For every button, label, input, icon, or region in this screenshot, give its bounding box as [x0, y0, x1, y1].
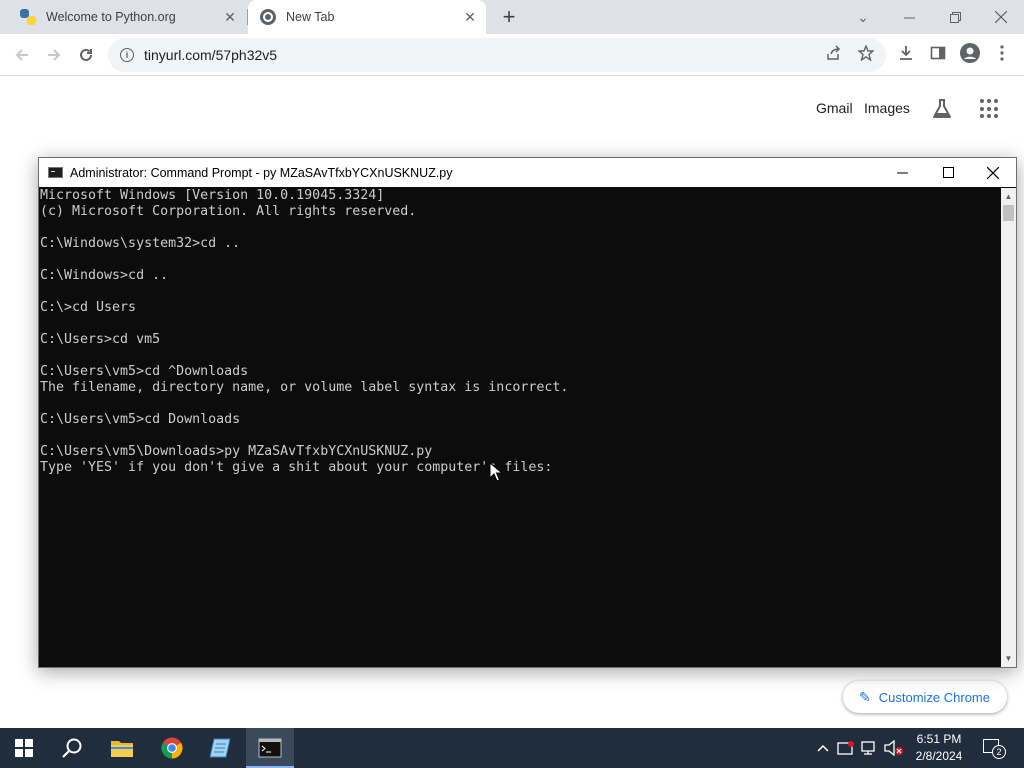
security-tray-icon[interactable]: [836, 738, 856, 758]
system-clock[interactable]: 6:51 PM 2/8/2024: [905, 731, 973, 765]
restore-button[interactable]: [932, 0, 978, 34]
console-line: C:\Users\vm5\Downloads>py MZaSAvTfxbYCXn…: [40, 444, 433, 459]
cmd-minimize-button[interactable]: [879, 158, 925, 187]
tab-python-org[interactable]: Welcome to Python.org ✕: [8, 0, 246, 34]
chevron-up-icon[interactable]: [813, 738, 833, 758]
download-icon[interactable]: [894, 41, 918, 65]
pencil-icon: ✎: [859, 688, 871, 705]
images-link[interactable]: Images: [864, 100, 910, 116]
info-icon[interactable]: i: [120, 48, 134, 62]
folder-icon: [111, 741, 133, 757]
console-line: (c) Microsoft Corporation. All rights re…: [40, 204, 417, 219]
labs-flask-icon[interactable]: [930, 97, 954, 121]
cmd-titlebar[interactable]: Administrator: Command Prompt - py MZaSA…: [39, 158, 1016, 187]
search-icon: [62, 738, 82, 758]
cmd-maximize-button[interactable]: [925, 158, 971, 187]
share-icon[interactable]: [822, 41, 846, 65]
bookmark-star-icon[interactable]: [854, 41, 878, 65]
reload-button[interactable]: [72, 41, 100, 69]
cmd-taskbar-button[interactable]: [246, 728, 294, 768]
console-line: C:\Users\vm5>cd ^Downloads: [40, 364, 249, 379]
console-line: Microsoft Windows [Version 10.0.19045.33…: [40, 188, 385, 203]
url-text: tinyurl.com/57ph32v5: [144, 47, 278, 63]
address-bar[interactable]: i tinyurl.com/57ph32v5: [108, 38, 886, 72]
scroll-thumb[interactable]: [1003, 205, 1014, 221]
tab-search-icon[interactable]: ⌄: [840, 0, 886, 34]
file-explorer-button[interactable]: [98, 728, 146, 768]
side-panel-icon[interactable]: [926, 41, 950, 65]
mouse-pointer-icon: [489, 461, 504, 482]
chrome-taskbar-button[interactable]: [148, 728, 196, 768]
close-icon[interactable]: ✕: [462, 9, 478, 25]
windows-logo-icon: [15, 739, 33, 757]
console-line: The filename, directory name, or volume …: [40, 380, 569, 395]
console-prompt-line[interactable]: Type 'YES' if you don't give a shit abou…: [40, 460, 1000, 476]
tab-title: Welcome to Python.org: [46, 10, 176, 24]
back-button[interactable]: [8, 41, 36, 69]
minimize-button[interactable]: [886, 0, 932, 34]
close-window-button[interactable]: [978, 0, 1024, 34]
cmd-close-button[interactable]: [970, 158, 1016, 187]
scroll-down-icon[interactable]: ▼: [1001, 651, 1016, 666]
browser-toolbar: i tinyurl.com/57ph32v5: [0, 34, 1024, 76]
customize-chrome-button[interactable]: ✎ Customize Chrome: [843, 681, 1007, 713]
console-line: C:\Windows\system32>cd ..: [40, 236, 241, 251]
cmd-window-title: Administrator: Command Prompt - py MZaSA…: [70, 165, 453, 180]
console-line: C:\Windows>cd ..: [40, 268, 169, 283]
tab-title: New Tab: [286, 10, 335, 24]
notepad-icon: [209, 738, 231, 758]
kebab-menu-icon[interactable]: [990, 41, 1014, 65]
google-apps-icon[interactable]: [980, 99, 1000, 119]
chrome-icon: [161, 737, 183, 759]
console-line: C:\Users\vm5>cd Downloads: [40, 412, 241, 427]
tab-new-tab[interactable]: New Tab ✕: [248, 0, 486, 34]
start-button[interactable]: [0, 728, 48, 768]
console-line: C:\>cd Users: [40, 300, 137, 315]
network-icon[interactable]: [860, 738, 880, 758]
notification-center-button[interactable]: 2: [980, 736, 1006, 760]
clock-time: 6:51 PM: [916, 732, 962, 746]
scroll-up-icon[interactable]: ▲: [1001, 189, 1016, 204]
clock-date: 2/8/2024: [915, 749, 963, 763]
search-button[interactable]: [48, 728, 96, 768]
console-output[interactable]: Microsoft Windows [Version 10.0.19045.33…: [39, 188, 1000, 667]
profile-avatar[interactable]: [958, 41, 982, 65]
terminal-icon: [258, 738, 282, 758]
new-tab-button[interactable]: +: [497, 4, 521, 29]
taskbar: 6:51 PM 2/8/2024 2: [0, 728, 1024, 768]
volume-muted-icon[interactable]: [884, 738, 904, 758]
notepad-taskbar-button[interactable]: [196, 728, 244, 768]
tab-strip: Welcome to Python.org ✕ New Tab ✕ + ⌄: [0, 0, 1024, 34]
customize-chrome-label: Customize Chrome: [878, 689, 990, 705]
forward-button[interactable]: [40, 41, 68, 69]
notification-count-badge: 2: [992, 745, 1006, 759]
close-icon[interactable]: ✕: [222, 9, 238, 25]
console-scrollbar[interactable]: ▲ ▼: [1001, 188, 1016, 667]
python-icon: [20, 9, 36, 25]
gmail-link[interactable]: Gmail: [816, 100, 853, 116]
chrome-icon: [260, 9, 276, 25]
cmd-app-icon: [48, 167, 63, 178]
console-line: C:\Users>cd vm5: [40, 332, 161, 347]
command-prompt-window[interactable]: Administrator: Command Prompt - py MZaSA…: [38, 157, 1017, 668]
